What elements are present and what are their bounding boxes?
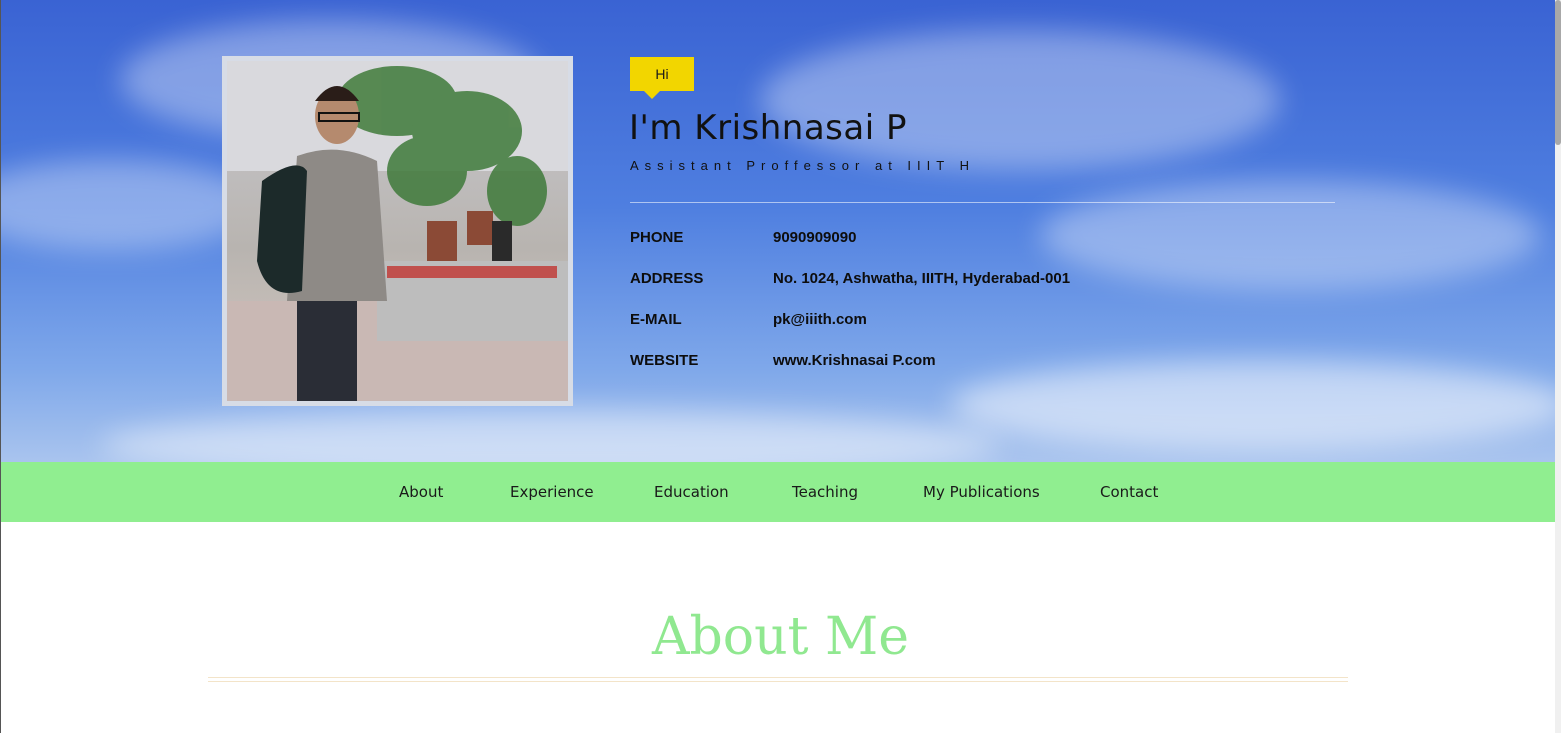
section-divider <box>208 681 1348 682</box>
nav-item-experience[interactable]: Experience <box>510 483 594 501</box>
profile-subtitle: Assistant Proffessor at IIIT H <box>630 158 975 173</box>
greeting-badge: Hi <box>630 57 694 99</box>
cloud-decoration <box>760 30 1280 170</box>
cloud-decoration <box>0 160 260 250</box>
nav-item-teaching[interactable]: Teaching <box>792 483 858 501</box>
cloud-decoration <box>100 410 1000 462</box>
section-title-about: About Me <box>651 607 910 667</box>
profile-photo-frame <box>222 56 573 406</box>
profile-photo <box>227 61 568 401</box>
info-value: www.Krishnasai P.com <box>773 352 936 369</box>
info-label: ADDRESS <box>630 270 704 287</box>
info-value: pk@iiith.com <box>773 311 867 328</box>
main-nav: About Experience Education Teaching My P… <box>0 462 1561 522</box>
hero-divider <box>630 202 1335 203</box>
profile-name: I'm Krishnasai P <box>629 108 907 148</box>
section-divider <box>208 677 1348 678</box>
cloud-decoration <box>1040 180 1540 290</box>
nav-item-publications[interactable]: My Publications <box>923 483 1040 501</box>
info-value: No. 1024, Ashwatha, IIITH, Hyderabad-001 <box>773 270 1071 287</box>
cloud-decoration <box>950 360 1561 450</box>
nav-item-about[interactable]: About <box>399 483 443 501</box>
info-label: WEBSITE <box>630 352 699 369</box>
nav-item-contact[interactable]: Contact <box>1100 483 1158 501</box>
scrollbar-thumb[interactable] <box>1555 0 1561 145</box>
page-scrollbar[interactable] <box>1555 0 1561 733</box>
window-edge <box>0 0 1 733</box>
info-label: PHONE <box>630 229 684 246</box>
nav-item-education[interactable]: Education <box>654 483 729 501</box>
info-value: 9090909090 <box>773 229 857 246</box>
info-label: E-MAIL <box>630 311 682 328</box>
hero-banner: Hi I'm Krishnasai P Assistant Proffessor… <box>0 0 1561 462</box>
